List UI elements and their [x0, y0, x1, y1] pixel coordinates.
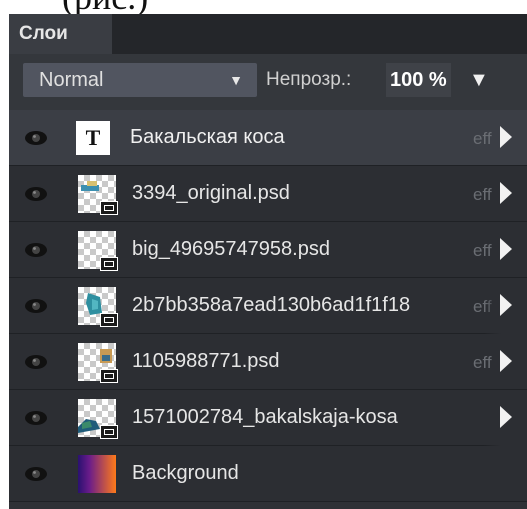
- eye-icon[interactable]: [23, 239, 49, 261]
- dropdown-caret-icon: ▼: [229, 72, 243, 88]
- blend-mode-select[interactable]: Normal ▼: [23, 63, 257, 97]
- eye-icon[interactable]: [23, 183, 49, 205]
- eye-icon[interactable]: [23, 351, 49, 373]
- text-layer-thumbnail: T: [76, 121, 110, 155]
- layer-name[interactable]: big_49695747958.psd: [132, 222, 330, 278]
- expand-arrow-icon[interactable]: [500, 238, 512, 260]
- eye-icon[interactable]: [23, 295, 49, 317]
- panel-tab-bar: Слои: [9, 14, 527, 54]
- smart-object-icon: [100, 257, 118, 271]
- background-layer-thumbnail: [78, 455, 116, 493]
- layers-toolbar: Normal ▼ Непрозр.: 100 % ▼: [9, 54, 527, 110]
- effects-label[interactable]: eff: [473, 222, 492, 278]
- layer-row[interactable]: 1571002784_bakalskaja-kosa: [9, 390, 527, 446]
- layer-name[interactable]: 1105988771.psd: [132, 334, 280, 390]
- opacity-value[interactable]: 100 %: [386, 63, 451, 97]
- layer-row[interactable]: 1105988771.psd eff: [9, 334, 527, 390]
- blend-mode-value: Normal: [39, 69, 104, 91]
- layer-name[interactable]: 2b7bb358a7ead130b6ad1f1f18: [132, 278, 410, 334]
- effects-label[interactable]: eff: [473, 166, 492, 222]
- layers-panel: Слои Normal ▼ Непрозр.: 100 % ▼ T Бакаль…: [9, 14, 527, 509]
- layer-thumbnail: [78, 399, 118, 439]
- expand-arrow-icon[interactable]: [500, 182, 512, 204]
- layer-row[interactable]: big_49695747958.psd eff: [9, 222, 527, 278]
- expand-arrow-icon[interactable]: [500, 126, 512, 148]
- expand-arrow-icon[interactable]: [500, 350, 512, 372]
- opacity-dropdown-icon[interactable]: ▼: [469, 63, 489, 97]
- layer-row[interactable]: 3394_original.psd eff: [9, 166, 527, 222]
- effects-label[interactable]: eff: [473, 110, 492, 166]
- layer-thumbnail: [78, 343, 118, 383]
- layer-name[interactable]: 1571002784_bakalskaja-kosa: [132, 390, 398, 446]
- expand-arrow-icon[interactable]: [500, 294, 512, 316]
- layer-thumbnail: [78, 287, 118, 327]
- layer-row[interactable]: T Бакальская коса eff: [9, 110, 527, 166]
- layer-thumbnail: [78, 175, 118, 215]
- opacity-label: Непрозр.:: [266, 69, 352, 90]
- smart-object-icon: [100, 369, 118, 383]
- tab-layers[interactable]: Слои: [9, 14, 112, 54]
- eye-icon[interactable]: [23, 407, 49, 429]
- expand-arrow-icon[interactable]: [500, 406, 512, 428]
- layer-row[interactable]: 2b7bb358a7ead130b6ad1f1f18 eff: [9, 278, 527, 334]
- eye-icon[interactable]: [23, 127, 49, 149]
- smart-object-icon: [100, 425, 118, 439]
- layer-name[interactable]: Бакальская коса: [130, 110, 285, 166]
- cropped-document-text: (рис.): [0, 0, 527, 14]
- smart-object-icon: [100, 313, 118, 327]
- layer-name[interactable]: Background: [132, 446, 239, 502]
- layer-thumbnail: [78, 231, 118, 271]
- effects-label[interactable]: eff: [473, 334, 492, 390]
- layers-list: T Бакальская коса eff 3394_original.psd …: [9, 110, 527, 502]
- layer-name[interactable]: 3394_original.psd: [132, 166, 290, 222]
- layer-row[interactable]: Background: [9, 446, 527, 502]
- eye-icon[interactable]: [23, 463, 49, 485]
- smart-object-icon: [100, 201, 118, 215]
